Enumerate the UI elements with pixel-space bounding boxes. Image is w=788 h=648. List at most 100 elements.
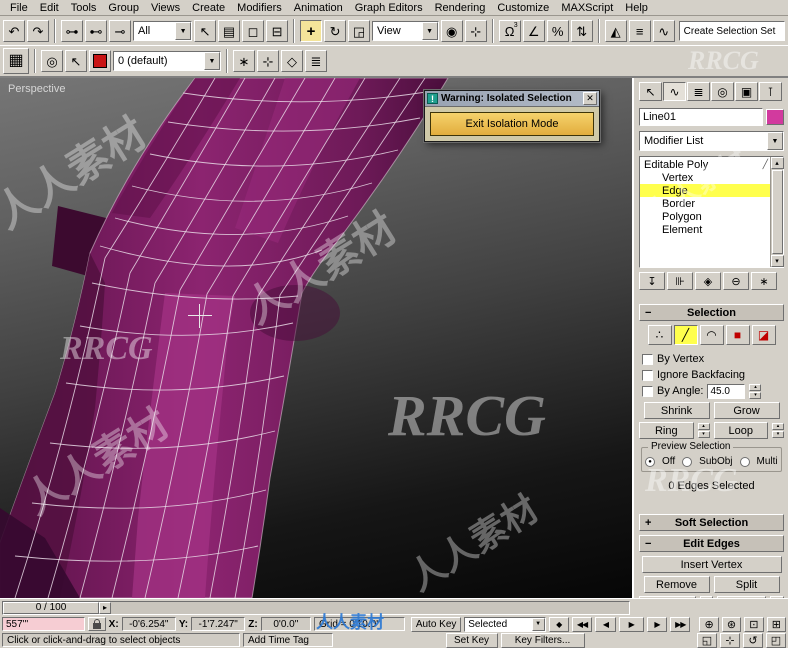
radio-multi[interactable]: [739, 456, 750, 467]
radio-subobj[interactable]: [682, 456, 693, 467]
menu-edit[interactable]: Edit: [34, 1, 65, 15]
undo-icon[interactable]: ↶: [3, 20, 25, 42]
bind-to-spacewarp-icon[interactable]: ⊸: [109, 20, 131, 42]
close-icon[interactable]: ✕: [583, 92, 597, 105]
remove-modifier-icon[interactable]: ⊖: [723, 272, 749, 290]
shrink-button[interactable]: Shrink: [643, 402, 710, 419]
play-animation-icon[interactable]: ▶: [618, 616, 644, 632]
tab-display-icon[interactable]: ▣: [735, 82, 758, 101]
selection-filter-dropdown[interactable]: All ▼: [133, 21, 193, 41]
angle-value-field[interactable]: 45.0: [707, 383, 746, 399]
spin-up-icon[interactable]: ▴: [772, 423, 784, 430]
percent-snap-icon[interactable]: %: [546, 20, 569, 42]
align-tool-icon[interactable]: ⊹: [257, 50, 279, 72]
by-angle-checkbox[interactable]: [642, 385, 653, 397]
rollout-soft-selection[interactable]: + Soft Selection: [639, 514, 784, 531]
maxscript-mini-listener[interactable]: 557'": [2, 617, 86, 631]
menu-maxscript[interactable]: MAXScript: [555, 1, 619, 15]
reference-coordinate-dropdown[interactable]: View ▼: [372, 21, 439, 41]
select-and-manipulate-icon[interactable]: ⊹: [464, 20, 487, 42]
snap-toggle-icon[interactable]: Ω3: [498, 20, 521, 42]
time-slider-track[interactable]: 0 / 100 ▸: [2, 600, 630, 615]
previous-frame-icon[interactable]: ◀: [595, 616, 616, 632]
array-tool-icon[interactable]: ∗: [233, 50, 255, 72]
spin-up-icon[interactable]: ▴: [697, 423, 710, 430]
ring-button[interactable]: Ring: [639, 422, 694, 439]
object-color-swatch[interactable]: [766, 109, 784, 125]
next-frame-arrow-icon[interactable]: ▸: [99, 601, 111, 614]
object-name-field[interactable]: Line01: [639, 108, 763, 126]
spin-down-icon[interactable]: ▾: [749, 391, 762, 399]
min-max-toggle-icon[interactable]: ◰: [766, 632, 786, 648]
current-layer-dropdown[interactable]: 0 (default) ▼: [113, 51, 221, 71]
named-selection-set-combo[interactable]: Create Selection Set: [678, 21, 786, 41]
scroll-thumb[interactable]: [771, 170, 783, 254]
stack-item-element[interactable]: Element: [640, 223, 770, 236]
add-time-tag-field[interactable]: Add Time Tag: [243, 633, 333, 647]
perspective-viewport[interactable]: Perspective: [0, 78, 632, 598]
normal-align-icon[interactable]: ≣: [305, 50, 327, 72]
menu-views[interactable]: Views: [145, 1, 186, 15]
zoom-all-icon[interactable]: ⊛: [721, 616, 742, 632]
stack-item-polygon[interactable]: Polygon: [640, 210, 770, 223]
element-mode-icon[interactable]: ◪: [751, 325, 776, 345]
spin-down-icon[interactable]: ▾: [697, 431, 710, 438]
spin-down-icon[interactable]: ▾: [772, 431, 784, 438]
menu-group[interactable]: Group: [102, 1, 145, 15]
tab-create-icon[interactable]: ↖: [639, 82, 662, 101]
menu-help[interactable]: Help: [619, 1, 654, 15]
zoom-icon[interactable]: ⊕: [699, 616, 719, 632]
rollout-edit-edges[interactable]: − Edit Edges: [639, 535, 784, 552]
menu-tools[interactable]: Tools: [65, 1, 103, 15]
vertex-mode-icon[interactable]: ∴: [647, 325, 672, 345]
loop-spinner[interactable]: ▴ ▾: [772, 423, 784, 438]
remove-button[interactable]: Remove: [643, 576, 710, 593]
key-mode-toggle-icon[interactable]: ◆: [548, 616, 569, 632]
radio-off[interactable]: ●: [645, 456, 655, 467]
by-vertex-checkbox[interactable]: [642, 353, 653, 365]
arc-rotate-icon[interactable]: ↺: [743, 632, 763, 648]
stack-item-vertex[interactable]: Vertex: [640, 171, 770, 184]
z-coordinate-field[interactable]: 0'0.0": [260, 617, 311, 631]
viewport-label[interactable]: Perspective: [8, 83, 65, 95]
loop-button[interactable]: Loop: [713, 422, 768, 439]
scroll-down-icon[interactable]: ▾: [770, 255, 784, 267]
mirror-icon[interactable]: ◭: [604, 20, 627, 42]
zoom-region-icon[interactable]: ◱: [697, 632, 717, 648]
stack-item-edge[interactable]: Edge: [640, 184, 770, 197]
angle-spinner[interactable]: ▴ ▾: [749, 383, 762, 399]
rectangular-selection-region-icon[interactable]: ◻: [242, 20, 265, 42]
set-key-button[interactable]: Set Key: [445, 632, 498, 648]
select-and-move-icon[interactable]: +: [300, 20, 323, 42]
unlink-selection-icon[interactable]: ⊷: [85, 20, 107, 42]
select-by-name-icon[interactable]: ▤: [218, 20, 241, 42]
next-frame-icon[interactable]: ▶: [646, 616, 668, 632]
editable-poly-mesh[interactable]: [0, 78, 632, 598]
tab-motion-icon[interactable]: ◎: [711, 82, 734, 101]
y-coordinate-field[interactable]: -1'7.247": [191, 617, 246, 631]
scroll-up-icon[interactable]: ▴: [770, 157, 784, 169]
go-to-end-icon[interactable]: ▶▶: [670, 616, 691, 632]
menu-modifiers[interactable]: Modifiers: [231, 1, 288, 15]
menu-file[interactable]: File: [4, 1, 34, 15]
stack-item-editable-poly[interactable]: Editable Poly ╱: [640, 158, 770, 171]
border-mode-icon[interactable]: ◠: [699, 325, 724, 345]
auto-key-button[interactable]: Auto Key: [410, 616, 462, 632]
key-mode-dropdown[interactable]: Selected ▼: [464, 616, 546, 632]
redo-icon[interactable]: ↷: [27, 20, 49, 42]
menu-animation[interactable]: Animation: [288, 1, 349, 15]
zoom-extents-all-icon[interactable]: ⊞: [766, 616, 786, 632]
align-icon[interactable]: ≡: [628, 20, 651, 42]
ignore-backfacing-checkbox[interactable]: [642, 369, 653, 381]
select-and-rotate-icon[interactable]: ↻: [324, 20, 347, 42]
spin-up-icon[interactable]: ▴: [749, 383, 762, 391]
angle-snap-icon[interactable]: ∠: [522, 20, 545, 42]
layer-visibility-eye-icon[interactable]: ◎: [41, 50, 63, 72]
stack-scrollbar[interactable]: ▴ ▾: [770, 157, 784, 267]
select-objects-in-layer-icon[interactable]: ↖: [65, 50, 87, 72]
select-and-scale-icon[interactable]: ◲: [348, 20, 371, 42]
layer-color-swatch[interactable]: [89, 50, 111, 72]
layer-manager-icon[interactable]: ▦: [3, 48, 29, 74]
time-slider-handle[interactable]: 0 / 100: [3, 601, 99, 614]
menu-rendering[interactable]: Rendering: [429, 1, 492, 15]
